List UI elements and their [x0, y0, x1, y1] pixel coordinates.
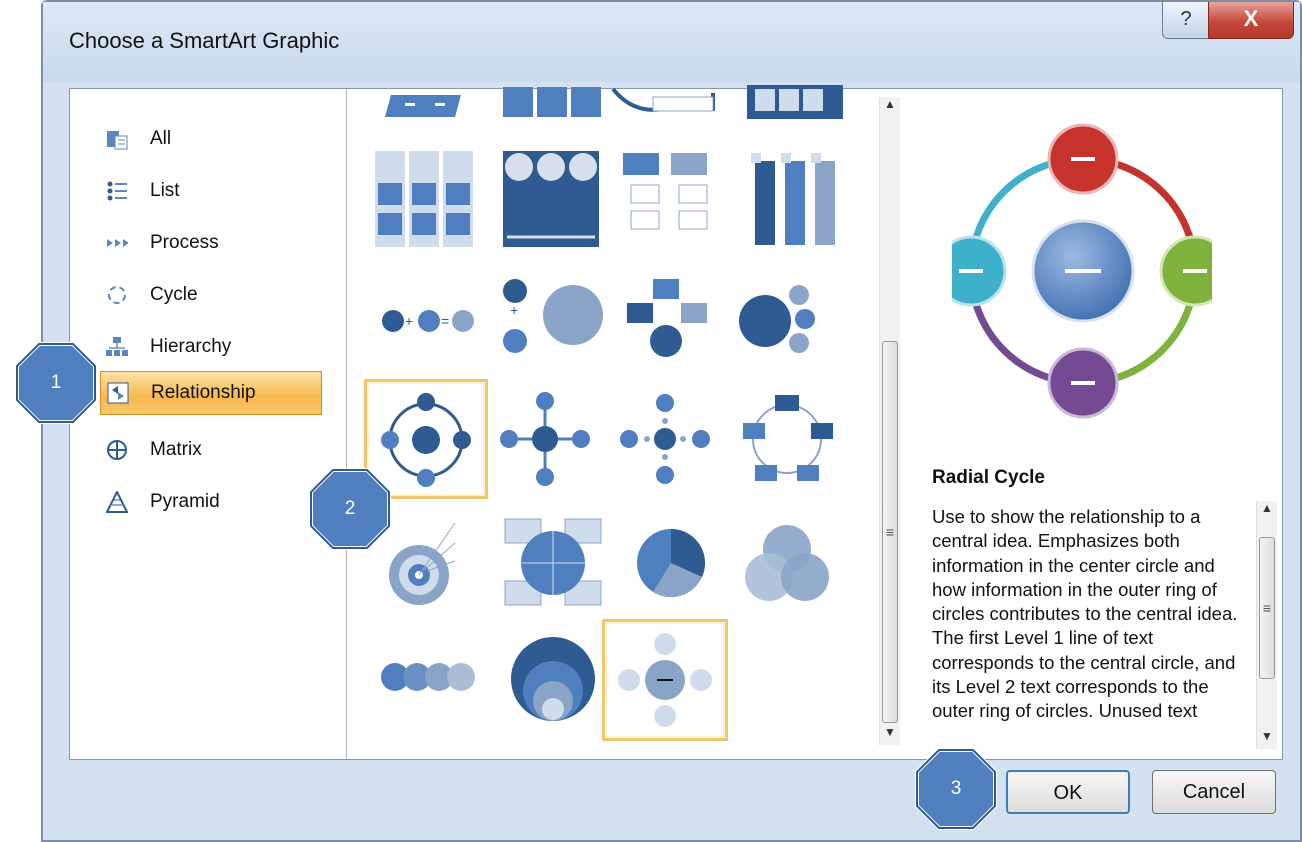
- category-list-item[interactable]: List: [106, 172, 324, 210]
- layout-bending-circle-list[interactable]: [725, 265, 849, 383]
- svg-text:+: +: [405, 313, 413, 329]
- layout-linear-venn[interactable]: [365, 623, 489, 741]
- title-bar: Choose a SmartArt Graphic ? X: [43, 2, 1300, 82]
- category-label: Relationship: [151, 382, 256, 403]
- preview-title: Radial Cycle: [932, 467, 1045, 488]
- layout-radial-venn[interactable]: [602, 619, 728, 741]
- list-icon: [106, 180, 128, 202]
- category-label: All: [150, 128, 172, 149]
- gallery-scrollbar[interactable]: ▲ ≡ ▼: [879, 97, 900, 745]
- close-button[interactable]: X: [1208, 2, 1294, 39]
- category-relationship[interactable]: Relationship: [100, 371, 322, 415]
- dialog-body: All List Process Cycle Hierarchy Relatio…: [69, 85, 1284, 760]
- category-label: Pyramid: [150, 491, 220, 512]
- layout-basic-radial[interactable]: [483, 385, 607, 503]
- step-marker-1: 1: [15, 342, 97, 424]
- scroll-down-arrow-icon[interactable]: ▼: [1257, 729, 1277, 749]
- category-all[interactable]: All: [106, 120, 324, 158]
- layout-matrix-circles[interactable]: [483, 511, 607, 629]
- category-hierarchy[interactable]: Hierarchy: [106, 328, 324, 366]
- description-scrollbar[interactable]: ▲ ≡ ▼: [1256, 501, 1277, 749]
- layout-gallery: + = + ▲ ≡ ▼: [347, 85, 900, 759]
- scroll-up-arrow-icon[interactable]: ▲: [880, 97, 900, 117]
- preview-description: Use to show the relationship to a centra…: [932, 506, 1238, 722]
- layout-segmented-cycle[interactable]: [725, 385, 849, 503]
- layout-tab-stack[interactable]: [725, 79, 849, 129]
- category-label: List: [150, 180, 180, 201]
- step-marker-3: 3: [915, 748, 997, 830]
- category-label: Matrix: [150, 439, 202, 460]
- layout-equation[interactable]: + =: [365, 265, 489, 383]
- layout-plus-arrow-circle[interactable]: +: [483, 265, 607, 383]
- preview-pane: Radial Cycle Use to show the relationshi…: [916, 89, 1284, 759]
- layout-venn[interactable]: [725, 511, 849, 629]
- layout-tall-bar-list[interactable]: [725, 145, 849, 263]
- matrix-icon: [106, 439, 128, 461]
- svg-text:+: +: [510, 302, 518, 318]
- gallery-scrollbar-thumb[interactable]: ≡: [882, 341, 898, 723]
- layout-nested-target[interactable]: [483, 623, 607, 741]
- layout-funnel-card[interactable]: [603, 79, 727, 129]
- help-button[interactable]: ?: [1162, 2, 1210, 39]
- dialog-title: Choose a SmartArt Graphic: [69, 28, 340, 53]
- category-pyramid[interactable]: Pyramid: [106, 483, 324, 521]
- description-scrollbar-thumb[interactable]: ≡: [1259, 537, 1275, 679]
- cycle-icon: [106, 284, 128, 306]
- category-matrix[interactable]: Matrix: [106, 431, 324, 469]
- ok-button[interactable]: OK: [1006, 770, 1130, 814]
- layout-diverging-radial[interactable]: [603, 385, 727, 503]
- category-process[interactable]: Process: [106, 224, 324, 262]
- marker-label: 2: [344, 498, 356, 519]
- pyramid-icon: [106, 491, 128, 513]
- hierarchy-icon: [106, 336, 128, 358]
- layout-vertical-circle-list[interactable]: [483, 145, 607, 263]
- all-icon: [106, 128, 128, 150]
- relationship-icon: [107, 382, 129, 404]
- scroll-up-arrow-icon[interactable]: ▲: [1257, 501, 1277, 521]
- cancel-button[interactable]: Cancel: [1152, 770, 1276, 814]
- layout-stacked-list[interactable]: [365, 145, 489, 263]
- layout-hierarchy-list[interactable]: [603, 145, 727, 263]
- category-cycle[interactable]: Cycle: [106, 276, 324, 314]
- category-label: Hierarchy: [150, 336, 232, 357]
- process-icon: [106, 232, 128, 254]
- smartart-dialog: Choose a SmartArt Graphic ? X All List P…: [41, 0, 1302, 842]
- layout-converging-boxes[interactable]: [603, 265, 727, 383]
- category-list: All List Process Cycle Hierarchy Relatio…: [70, 89, 347, 759]
- scroll-down-arrow-icon[interactable]: ▼: [880, 725, 900, 745]
- svg-text:=: =: [441, 313, 449, 329]
- category-label: Process: [150, 232, 219, 253]
- radial-cycle-preview: [952, 123, 1212, 419]
- layout-equation-blocks[interactable]: [483, 79, 607, 129]
- step-marker-2: 2: [309, 468, 391, 550]
- category-label: Cycle: [150, 284, 198, 305]
- marker-label: 3: [950, 778, 962, 799]
- layout-pie[interactable]: [603, 511, 727, 629]
- grip-icon: ≡: [1262, 600, 1272, 616]
- marker-label: 1: [50, 372, 62, 393]
- layout-counterbalance-arrows[interactable]: [365, 79, 489, 129]
- grip-icon: ≡: [885, 524, 895, 540]
